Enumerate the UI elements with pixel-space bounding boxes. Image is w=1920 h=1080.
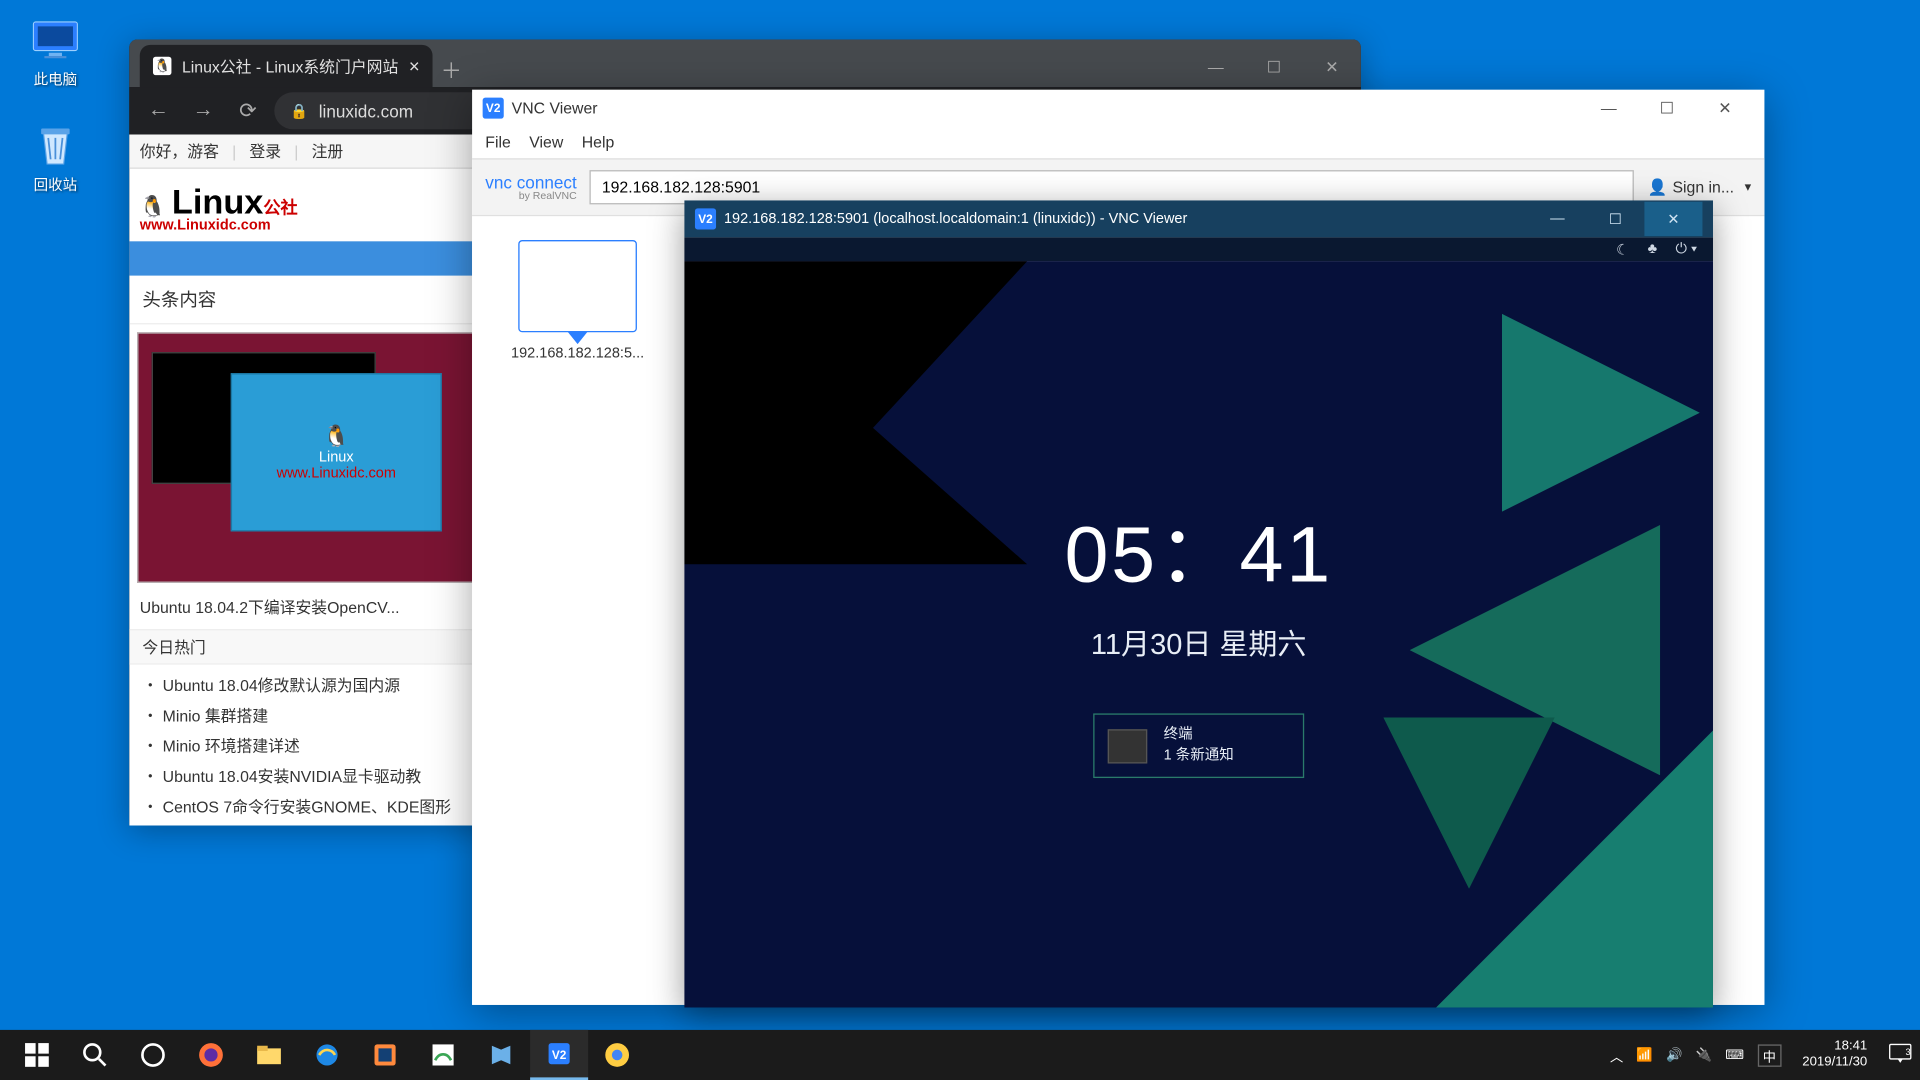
menu-help[interactable]: Help: [582, 133, 615, 151]
remote-desktop[interactable]: 05：41 11月30日 星期六 终端 1 条新通知: [684, 261, 1713, 1007]
lock-screen: 05：41 11月30日 星期六 终端 1 条新通知: [684, 261, 1713, 1007]
desktop-icon-label: 回收站: [34, 174, 78, 195]
maximize-button[interactable]: ☐: [1638, 91, 1696, 125]
terminal-icon: [1108, 729, 1148, 763]
volume-icon[interactable]: 🔊: [1666, 1048, 1682, 1063]
taskbar-ie[interactable]: [298, 1030, 356, 1080]
vnc-session-window: V2 192.168.182.128:5901 (localhost.local…: [684, 200, 1713, 1007]
menu-view[interactable]: View: [529, 133, 563, 151]
new-tab-button[interactable]: ＋: [433, 50, 470, 87]
svg-text:3: 3: [1906, 1046, 1911, 1056]
svg-text:V2: V2: [552, 1048, 567, 1062]
search-button[interactable]: [66, 1030, 124, 1080]
chrome-window-controls: — ☐ ✕: [1187, 47, 1361, 87]
taskbar-chrome[interactable]: [588, 1030, 646, 1080]
lock-date: 11月30日 星期六: [1091, 621, 1307, 663]
taskbar: V2 ︿ 📶 🔊 🔌 ⌨ 中 18:41 2019/11/30 3: [0, 1030, 1920, 1080]
vnc-address-input[interactable]: [590, 170, 1634, 204]
taskbar-clock[interactable]: 18:41 2019/11/30: [1802, 1039, 1867, 1071]
register-link[interactable]: 注册: [312, 140, 344, 162]
desktop-icon-label: 此电脑: [34, 69, 78, 90]
vnc-titlebar: V2 VNC Viewer — ☐ ✕: [472, 90, 1764, 127]
keyboard-icon[interactable]: ⌨: [1725, 1048, 1744, 1063]
remote-top-panel: ☾ ♣ ⏻ ▾: [684, 237, 1713, 261]
taskbar-firefox[interactable]: [182, 1030, 240, 1080]
login-link[interactable]: 登录: [249, 140, 281, 162]
connection-thumbnail[interactable]: [518, 240, 637, 332]
greeting-text: 你好，游客: [140, 140, 219, 162]
caption-text[interactable]: Ubuntu 18.04.2下编译安装OpenCV...: [140, 596, 400, 618]
power-icon[interactable]: ⏻ ▾: [1676, 241, 1698, 258]
notif-title: 终端: [1164, 725, 1234, 745]
ime-indicator[interactable]: 中: [1757, 1044, 1781, 1066]
tray-chevron-icon[interactable]: ︿: [1610, 1045, 1623, 1065]
desktop-icon-recycle-bin[interactable]: 回收站: [16, 121, 95, 195]
taskbar-vnc-viewer[interactable]: V2: [530, 1030, 588, 1080]
clock-date: 2019/11/30: [1802, 1055, 1867, 1071]
site-logo[interactable]: 🐧 Linux公社 www.Linuxidc.com: [140, 182, 298, 233]
night-icon[interactable]: ☾: [1616, 241, 1629, 258]
taskbar-app[interactable]: [472, 1030, 530, 1080]
close-button[interactable]: ✕: [1303, 47, 1361, 87]
vnc-connect-logo: vnc connect by RealVNC: [485, 173, 576, 201]
task-view-button[interactable]: [124, 1030, 182, 1080]
chrome-tabstrip: 🐧 Linux公社 - Linux系统门户网站 × ＋ — ☐ ✕: [129, 40, 1361, 87]
action-center-icon[interactable]: 3: [1888, 1042, 1912, 1067]
wifi-icon[interactable]: 📶: [1636, 1048, 1652, 1063]
minimize-button[interactable]: —: [1528, 202, 1586, 236]
desktop-icon-this-pc[interactable]: 此电脑: [16, 16, 95, 90]
session-titlebar: V2 192.168.182.128:5901 (localhost.local…: [684, 200, 1713, 237]
window-title: VNC Viewer: [512, 99, 598, 117]
network-icon[interactable]: ♣: [1648, 241, 1658, 257]
close-button[interactable]: ✕: [1644, 202, 1702, 236]
start-button[interactable]: [8, 1030, 66, 1080]
forward-button[interactable]: →: [185, 92, 222, 129]
sign-in-button[interactable]: 👤 Sign in... ▾: [1647, 178, 1751, 196]
back-button[interactable]: ←: [140, 92, 177, 129]
window-controls: — ☐ ✕: [1580, 91, 1754, 125]
window-controls: — ☐ ✕: [1528, 202, 1702, 236]
tab-title: Linux公社 - Linux系统门户网站: [182, 55, 398, 77]
vnc-menubar: File View Help: [472, 127, 1764, 159]
user-icon: 👤: [1647, 178, 1667, 196]
clock-time: 18:41: [1834, 1039, 1867, 1055]
maximize-button[interactable]: ☐: [1245, 47, 1303, 87]
vnc-app-icon: V2: [695, 208, 716, 229]
minimize-button[interactable]: —: [1187, 47, 1245, 87]
taskbar-vmware[interactable]: [356, 1030, 414, 1080]
lock-time: 05：41: [1065, 491, 1333, 606]
lock-notification[interactable]: 终端 1 条新通知: [1094, 714, 1304, 778]
chevron-down-icon: ▾: [1745, 180, 1752, 195]
tab-close-icon[interactable]: ×: [409, 55, 420, 76]
close-button[interactable]: ✕: [1696, 91, 1754, 125]
chrome-tab[interactable]: 🐧 Linux公社 - Linux系统门户网站 ×: [140, 45, 433, 87]
power-icon[interactable]: 🔌: [1696, 1048, 1712, 1063]
taskbar-explorer[interactable]: [240, 1030, 298, 1080]
vnc-app-icon: V2: [483, 98, 504, 119]
address-text: linuxidc.com: [319, 101, 413, 121]
system-tray: ︿ 📶 🔊 🔌 ⌨ 中 18:41 2019/11/30 3: [1610, 1039, 1912, 1071]
notif-subtitle: 1 条新通知: [1164, 746, 1234, 766]
menu-file[interactable]: File: [485, 133, 511, 151]
taskbar-app[interactable]: [414, 1030, 472, 1080]
minimize-button[interactable]: —: [1580, 91, 1638, 125]
connection-label: 192.168.182.128:5...: [511, 345, 644, 361]
tab-favicon: 🐧: [153, 57, 171, 75]
connections-area: 192.168.182.128:5...: [472, 216, 683, 1005]
lock-icon: 🔒: [290, 102, 308, 119]
reload-button[interactable]: ⟳: [229, 92, 266, 129]
session-title-text: 192.168.182.128:5901 (localhost.localdom…: [724, 211, 1187, 227]
maximize-button[interactable]: ☐: [1586, 202, 1644, 236]
desktop-icons: 此电脑 回收站: [16, 16, 95, 195]
